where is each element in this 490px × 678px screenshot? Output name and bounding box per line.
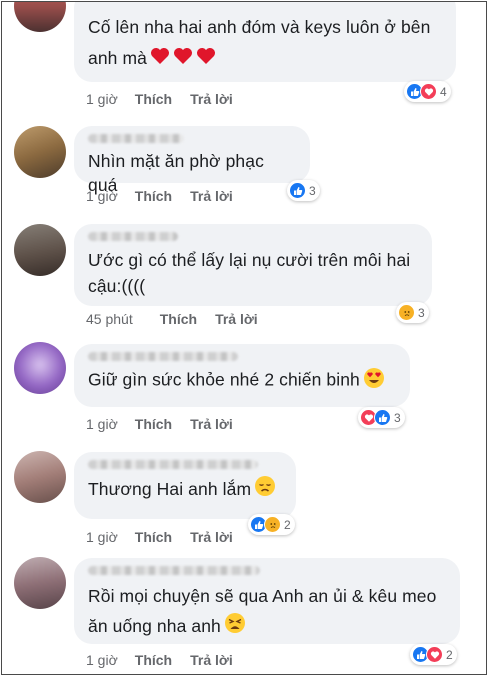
comment-time[interactable]: 45 phút: [86, 311, 133, 327]
reply-link[interactable]: Trả lời: [190, 91, 233, 107]
reply-link[interactable]: Trả lời: [190, 529, 233, 545]
heart-eyes-emoji: [363, 367, 385, 395]
sad-reaction-icon: [398, 304, 415, 321]
disappointed-face-emoji: [254, 475, 276, 505]
comment-time[interactable]: 1 giờ: [86, 529, 118, 545]
comment-time[interactable]: 1 giờ: [86, 652, 118, 668]
like-reaction-icon: [374, 409, 391, 426]
avatar[interactable]: [14, 451, 66, 503]
reply-link[interactable]: Trả lời: [190, 652, 233, 668]
comment-actions: 1 giờ Thích Trả lời: [86, 91, 233, 107]
comment-time[interactable]: 1 giờ: [86, 416, 118, 432]
like-link[interactable]: Thích: [135, 91, 172, 107]
reaction-summary[interactable]: 3: [287, 180, 320, 201]
reaction-count: 2: [284, 517, 291, 532]
like-link[interactable]: Thích: [160, 311, 197, 327]
reaction-count: 3: [394, 410, 401, 425]
comment-bubble: Ước gì có thể lấy lại nụ cười trên môi h…: [74, 224, 432, 306]
comment-text: Thương Hai anh lắm: [88, 475, 282, 505]
avatar[interactable]: [14, 557, 66, 609]
like-link[interactable]: Thích: [135, 652, 172, 668]
comment-text: Cố lên nha hai anh đóm và keys luôn ở bê…: [88, 12, 442, 75]
reaction-summary[interactable]: 2: [248, 514, 295, 535]
comment-bubble: Rồi mọi chuyện sẽ qua Anh an ủi & kêu me…: [74, 558, 460, 644]
commenter-name[interactable]: [88, 352, 238, 361]
love-reaction-icon: [426, 646, 443, 663]
comment-actions: 1 giờ Thích Trả lời: [86, 529, 233, 545]
reply-link[interactable]: Trả lời: [190, 416, 233, 432]
reply-link[interactable]: Trả lời: [215, 311, 258, 327]
commenter-name[interactable]: [88, 232, 178, 241]
reply-link[interactable]: Trả lời: [190, 188, 233, 204]
commenter-name[interactable]: [88, 460, 258, 469]
avatar[interactable]: [14, 126, 66, 178]
comment-bubble: Thương Hai anh lắm: [74, 452, 296, 519]
reaction-count: 2: [446, 647, 453, 662]
comment-actions: 45 phút Thích Trả lời: [86, 311, 258, 327]
reaction-summary[interactable]: 2: [410, 644, 457, 665]
comment-bubble: Cố lên nha hai anh đóm và keys luôn ở bê…: [74, 2, 456, 82]
comment-text: Ước gì có thể lấy lại nụ cười trên môi h…: [88, 250, 411, 296]
avatar[interactable]: [14, 2, 66, 32]
tired-face-emoji: [224, 612, 246, 643]
reaction-count: 3: [309, 183, 316, 198]
comment-time[interactable]: 1 giờ: [86, 188, 118, 204]
comment-bubble: Giữ gìn sức khỏe nhé 2 chiến binh: [74, 344, 410, 407]
comment-text: Rồi mọi chuyện sẽ qua Anh an ủi & kêu me…: [88, 581, 446, 643]
reaction-summary[interactable]: 3: [396, 302, 429, 323]
comment-actions: 1 giờ Thích Trả lời: [86, 652, 233, 668]
like-link[interactable]: Thích: [135, 529, 172, 545]
comment-time[interactable]: 1 giờ: [86, 91, 118, 107]
reaction-count: 3: [418, 305, 425, 320]
comment-actions: 1 giờ Thích Trả lời: [86, 188, 233, 204]
heart-emoji: [196, 44, 216, 75]
like-link[interactable]: Thích: [135, 416, 172, 432]
sad-reaction-icon: [264, 516, 281, 533]
comment-actions: 1 giờ Thích Trả lời: [86, 416, 233, 432]
reaction-summary[interactable]: 3: [358, 407, 405, 428]
like-link[interactable]: Thích: [135, 188, 172, 204]
avatar[interactable]: [14, 224, 66, 276]
heart-emoji: [173, 44, 193, 75]
reaction-summary[interactable]: 4: [404, 81, 451, 102]
heart-emoji: [150, 44, 170, 75]
comment-bubble: Nhìn mặt ăn phờ phạc quá: [74, 126, 310, 195]
love-reaction-icon: [420, 83, 437, 100]
reaction-count: 4: [440, 84, 447, 99]
commenter-name[interactable]: [88, 134, 184, 143]
comments-panel: Cố lên nha hai anh đóm và keys luôn ở bê…: [1, 1, 487, 675]
comment-text: Giữ gìn sức khỏe nhé 2 chiến binh: [88, 367, 396, 395]
commenter-name[interactable]: [88, 566, 260, 575]
like-reaction-icon: [289, 182, 306, 199]
avatar[interactable]: [14, 342, 66, 394]
